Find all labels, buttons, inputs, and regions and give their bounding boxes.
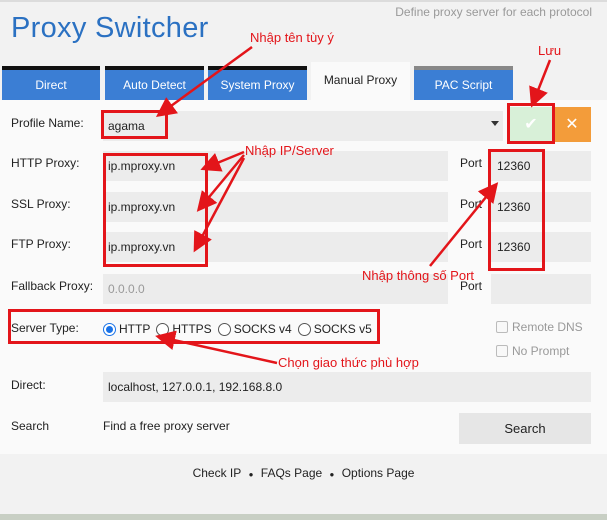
save-button[interactable]: ✔	[509, 107, 553, 142]
tab-bar: Direct Auto Detect System Proxy Manual P…	[0, 62, 607, 100]
radio-selected-icon	[103, 322, 116, 336]
annotation-port-hint: Nhập thông số Port	[362, 268, 475, 283]
tab-pac-script[interactable]: PAC Script	[414, 66, 513, 100]
search-button[interactable]: Search	[459, 413, 591, 444]
app-title: Proxy Switcher	[11, 12, 209, 44]
tab-manual-proxy[interactable]: Manual Proxy	[311, 62, 410, 100]
tab-system-proxy[interactable]: System Proxy	[208, 66, 307, 100]
separator-dot: ●	[329, 470, 335, 479]
radio-icon	[297, 322, 311, 336]
annotation-protocol-hint: Chọn giao thức phù hợp	[278, 355, 419, 370]
delete-button[interactable]: ✕	[553, 107, 591, 142]
no-prompt-checkbox[interactable]: No Prompt	[496, 344, 569, 358]
profile-name-label: Profile Name:	[11, 116, 84, 130]
ssl-proxy-input[interactable]: ip.mproxy.vn	[103, 192, 448, 222]
radio-http[interactable]: HTTP	[103, 322, 150, 336]
faqs-link[interactable]: FAQs Page	[261, 466, 322, 480]
http-port-input[interactable]: 12360	[491, 151, 591, 181]
radio-socks-v5[interactable]: SOCKS v5	[297, 322, 372, 336]
ftp-port-label: Port	[460, 237, 483, 251]
app-subtitle: Define proxy server for each protocol	[395, 5, 592, 19]
annotation-name-hint: Nhập tên tùy ý	[250, 30, 334, 45]
profile-name-select[interactable]: agama	[103, 111, 503, 141]
ftp-proxy-label: FTP Proxy:	[11, 237, 71, 251]
search-label: Search	[11, 419, 50, 433]
checkbox-icon	[496, 345, 508, 357]
background-strip	[0, 514, 607, 520]
chevron-down-icon[interactable]	[491, 121, 499, 126]
server-type-radio-group: HTTP HTTPS SOCKS v4 SOCKS v5	[103, 318, 378, 340]
radio-socks-v5-label: SOCKS v5	[313, 322, 372, 336]
ftp-port-input[interactable]: 12360	[491, 232, 591, 262]
check-icon: ✔	[524, 116, 538, 133]
ssl-port-input[interactable]: 12360	[491, 192, 591, 222]
annotation-save-hint: Lưu	[538, 43, 562, 58]
direct-label: Direct:	[11, 378, 46, 392]
radio-icon	[217, 322, 231, 336]
radio-http-label: HTTP	[119, 322, 151, 336]
ssl-proxy-label: SSL Proxy:	[11, 197, 71, 211]
radio-https-label: HTTPS	[172, 322, 212, 336]
footer-links: Check IP ● FAQs Page ● Options Page	[0, 466, 607, 480]
ftp-proxy-input[interactable]: ip.mproxy.vn	[103, 232, 448, 262]
separator-dot: ●	[248, 470, 254, 479]
check-ip-link[interactable]: Check IP	[193, 466, 242, 480]
tab-direct[interactable]: Direct	[2, 66, 100, 100]
annotation-ip-hint: Nhập IP/Server	[245, 143, 334, 158]
radio-socks-v4[interactable]: SOCKS v4	[217, 322, 292, 336]
http-port-label: Port	[460, 156, 483, 170]
no-prompt-label: No Prompt	[512, 344, 570, 358]
search-description: Find a free proxy server	[103, 419, 230, 433]
http-proxy-label: HTTP Proxy:	[11, 156, 80, 170]
checkbox-icon	[496, 321, 508, 333]
radio-https[interactable]: HTTPS	[156, 322, 212, 336]
server-type-label: Server Type:	[11, 321, 79, 335]
ssl-port-label: Port	[460, 197, 483, 211]
direct-bypass-input[interactable]: localhost, 127.0.0.1, 192.168.8.0	[103, 372, 591, 402]
fallback-proxy-label: Fallback Proxy:	[11, 279, 94, 293]
top-border	[0, 0, 607, 2]
options-link[interactable]: Options Page	[342, 466, 415, 480]
close-icon: ✕	[565, 116, 579, 133]
radio-socks-v4-label: SOCKS v4	[233, 322, 292, 336]
proxy-switcher-popup: Proxy Switcher Define proxy server for e…	[0, 0, 607, 520]
radio-icon	[156, 322, 170, 336]
remote-dns-checkbox[interactable]: Remote DNS	[496, 320, 583, 334]
tab-auto-detect[interactable]: Auto Detect	[105, 66, 204, 100]
fallback-port-input[interactable]	[491, 274, 591, 304]
remote-dns-label: Remote DNS	[512, 320, 583, 334]
